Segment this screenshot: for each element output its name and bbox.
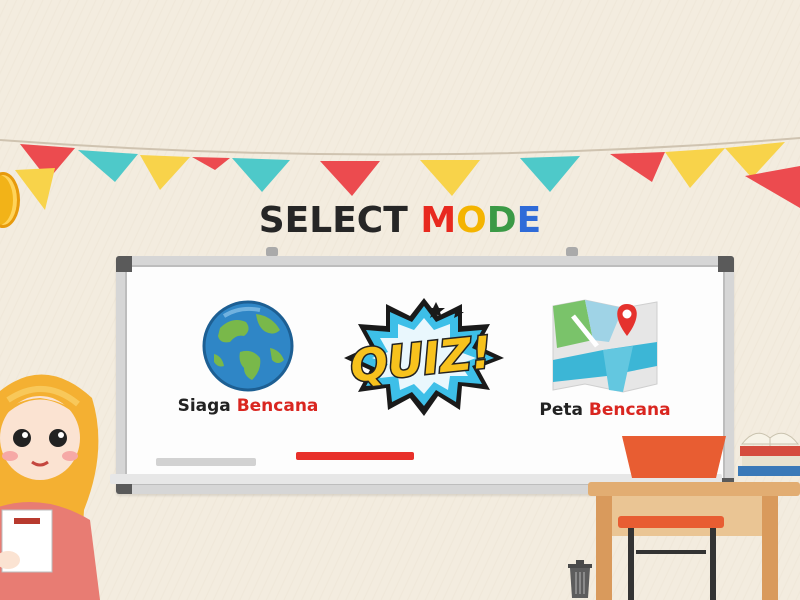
mode-quiz-button[interactable]: QUIZ! — [340, 294, 508, 418]
game-screen: SELECT MODE Siaga Bencana QUIZ! Peta Ben… — [0, 0, 800, 600]
red-marker — [296, 452, 414, 460]
mode-siaga-bencana-button[interactable]: Siaga Bencana — [168, 300, 328, 416]
eraser — [156, 458, 256, 466]
board-corner — [116, 256, 132, 272]
page-title: SELECT MODE — [0, 200, 800, 241]
mode-peta-label: Peta Bencana — [520, 400, 690, 420]
desk-and-chair — [588, 436, 800, 600]
mode-siaga-label-accent: Bencana — [236, 396, 319, 416]
title-letter: O — [456, 200, 487, 241]
globe-icon — [202, 300, 294, 392]
mode-siaga-label-main: Siaga — [177, 396, 231, 416]
mode-peta-label-main: Peta — [539, 400, 583, 420]
title-letter: M — [420, 200, 457, 241]
title-letter: E — [516, 200, 542, 241]
trash-bin — [568, 560, 592, 598]
mode-peta-label-accent: Bencana — [588, 400, 671, 420]
title-word-mode: MODE — [420, 200, 541, 241]
title-word-select: SELECT — [258, 200, 408, 241]
hijab-girl-character — [0, 374, 100, 600]
board-corner — [718, 256, 734, 272]
map-pin-icon — [552, 299, 658, 393]
title-letter: D — [486, 200, 517, 241]
mode-peta-bencana-button[interactable]: Peta Bencana — [520, 296, 690, 420]
mode-siaga-label: Siaga Bencana — [168, 396, 328, 416]
quiz-burst-icon: QUIZ! — [344, 298, 504, 416]
